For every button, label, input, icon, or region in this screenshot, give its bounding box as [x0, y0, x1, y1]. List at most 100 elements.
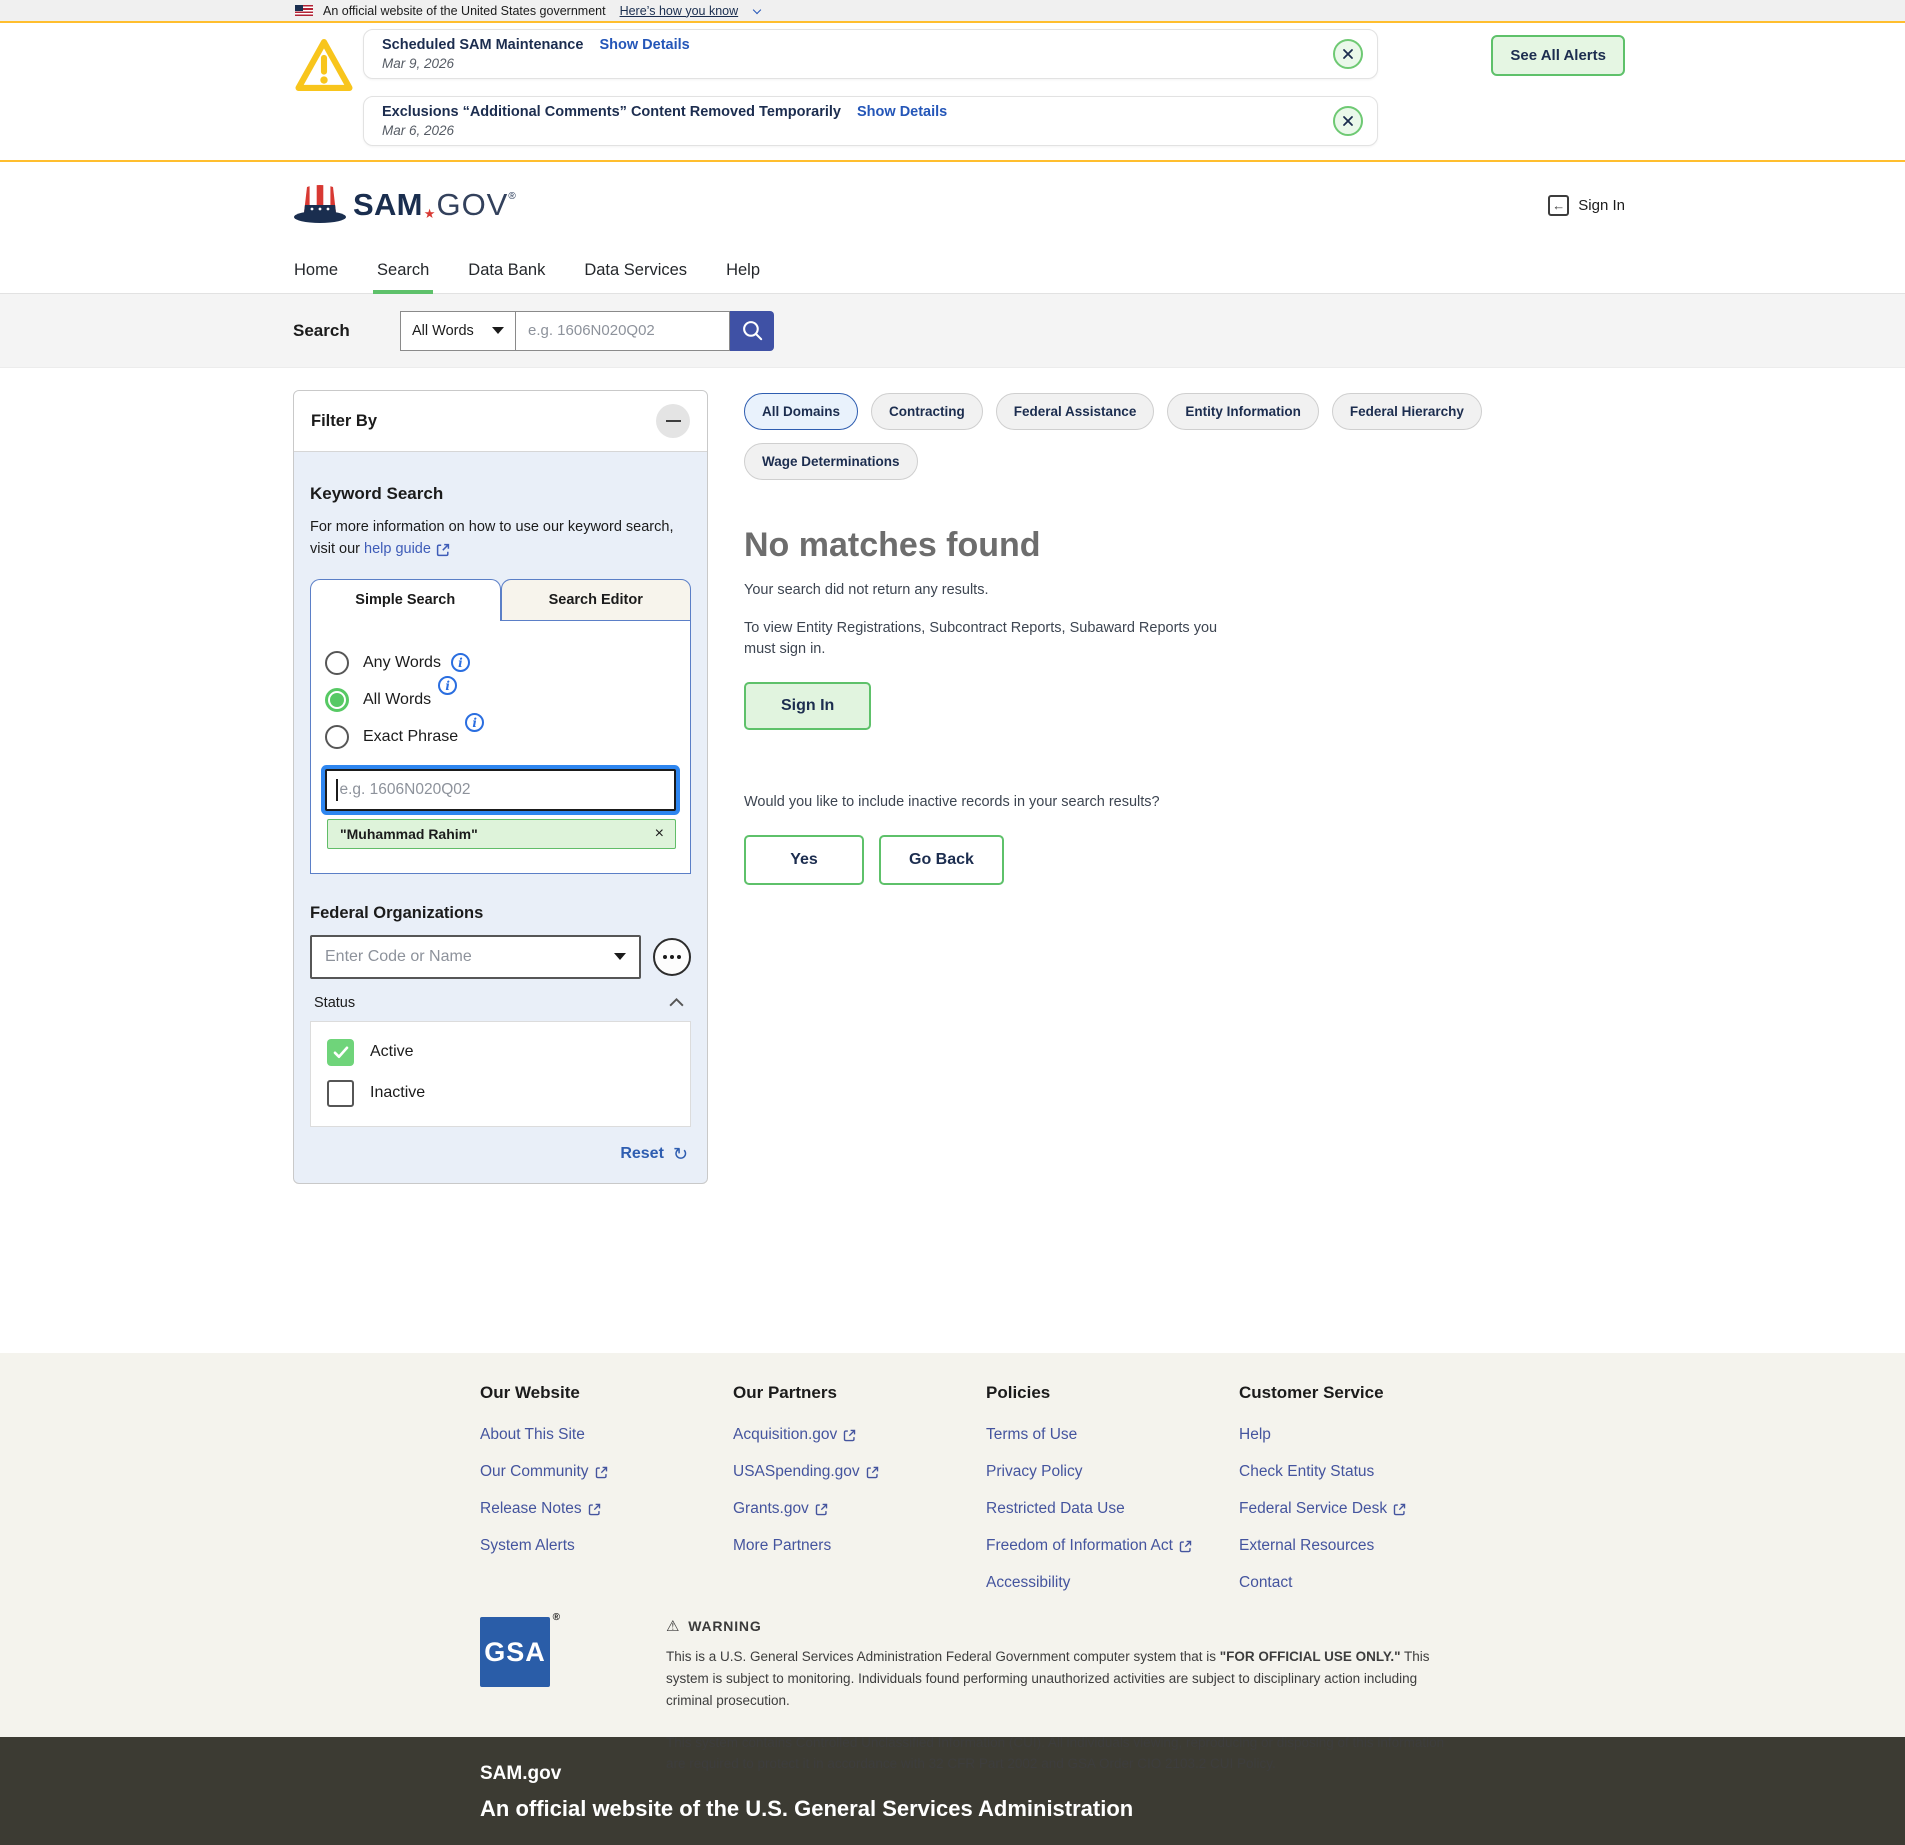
nav-item-data-services[interactable]: Data Services: [573, 248, 698, 293]
keyword-input[interactable]: e.g. 1606N020Q02: [325, 769, 676, 811]
federal-organizations-title: Federal Organizations: [310, 904, 691, 923]
footer-link[interactable]: External Resources: [1239, 1537, 1492, 1555]
nav-item-data-bank[interactable]: Data Bank: [457, 248, 556, 293]
footer-link[interactable]: Our Community: [480, 1463, 733, 1481]
warning-block: ⚠ WARNING This is a U.S. General Service…: [666, 1617, 1466, 1775]
how-you-know-link[interactable]: Here’s how you know: [620, 4, 739, 18]
footer-link[interactable]: About This Site: [480, 1426, 733, 1444]
footer-link[interactable]: Restricted Data Use: [986, 1500, 1239, 1518]
yes-button[interactable]: Yes: [744, 835, 864, 885]
search-input[interactable]: [516, 311, 730, 351]
nav-item-help[interactable]: Help: [715, 248, 771, 293]
footer-link[interactable]: Grants.gov: [733, 1500, 986, 1518]
filter-panel: Filter By Keyword Search For more inform…: [293, 390, 708, 1184]
keyword-help-text: For more information on how to use our k…: [310, 516, 691, 561]
show-details-link[interactable]: Show Details: [857, 104, 947, 120]
sign-in-icon: ←: [1548, 195, 1569, 216]
results-area: All Domains Contracting Federal Assistan…: [744, 390, 1612, 885]
gsa-logo: GSA ®: [480, 1617, 550, 1687]
domain-tab-contracting[interactable]: Contracting: [871, 393, 983, 430]
footer-link[interactable]: Privacy Policy: [986, 1463, 1239, 1481]
all-words-radio[interactable]: [325, 688, 349, 712]
alert-title: Scheduled SAM Maintenance: [382, 37, 583, 53]
external-link-icon: [843, 1429, 856, 1442]
reset-link[interactable]: Reset: [620, 1145, 664, 1163]
site-header: SAM ★ GOV ® ← Sign In: [0, 162, 1905, 248]
domain-tab-all-domains[interactable]: All Domains: [744, 393, 858, 430]
domain-tab-federal-assistance[interactable]: Federal Assistance: [996, 393, 1155, 430]
reset-row: Reset ↻: [310, 1144, 691, 1165]
main-nav: Home Search Data Bank Data Services Help: [0, 248, 1905, 294]
status-section-header[interactable]: Status: [310, 995, 691, 1021]
filter-panel-header: Filter By: [294, 391, 707, 452]
footer-link[interactable]: Release Notes: [480, 1500, 733, 1518]
site-footer: Our Website About This Site Our Communit…: [0, 1353, 1905, 1737]
see-all-alerts-button[interactable]: See All Alerts: [1491, 35, 1625, 76]
info-icon[interactable]: i: [465, 713, 484, 732]
tab-simple-search[interactable]: Simple Search: [310, 579, 501, 621]
any-words-radio[interactable]: [325, 651, 349, 675]
footer-link[interactable]: Federal Service Desk: [1239, 1500, 1492, 1518]
more-options-button[interactable]: [653, 938, 691, 976]
dropdown-arrow-icon: [492, 327, 504, 334]
footer-link[interactable]: Acquisition.gov: [733, 1426, 986, 1444]
footer-link[interactable]: Accessibility: [986, 1574, 1239, 1592]
footer-link[interactable]: Check Entity Status: [1239, 1463, 1492, 1481]
domain-tab-wage-determinations[interactable]: Wage Determinations: [744, 443, 918, 480]
no-results-message: Your search did not return any results.: [744, 582, 1612, 598]
keyword-tabs: Simple Search Search Editor: [310, 579, 691, 621]
alert-date: Mar 6, 2026: [382, 123, 947, 138]
domain-tab-federal-hierarchy[interactable]: Federal Hierarchy: [1332, 393, 1482, 430]
sam-gov-logo[interactable]: SAM ★ GOV ®: [293, 183, 516, 227]
exact-phrase-radio[interactable]: [325, 725, 349, 749]
footer-link[interactable]: Freedom of Information Act: [986, 1537, 1239, 1555]
domain-tab-entity-information[interactable]: Entity Information: [1167, 393, 1319, 430]
uncle-sam-hat-icon: [293, 183, 347, 227]
chip-remove-icon[interactable]: ×: [655, 826, 664, 842]
nav-item-home[interactable]: Home: [283, 248, 349, 293]
info-icon[interactable]: i: [451, 653, 470, 672]
go-back-button[interactable]: Go Back: [879, 835, 1004, 885]
main-content: Filter By Keyword Search For more inform…: [0, 368, 1905, 1353]
brand-sam-text: SAM: [353, 187, 423, 223]
federal-organizations-row: Enter Code or Name: [310, 935, 691, 979]
alert-close-button[interactable]: [1333, 39, 1363, 69]
info-icon[interactable]: i: [438, 676, 457, 695]
footer-link[interactable]: More Partners: [733, 1537, 986, 1555]
chevron-down-icon[interactable]: [753, 5, 761, 13]
footer-link[interactable]: USASpending.gov: [733, 1463, 986, 1481]
results-sign-in-button[interactable]: Sign In: [744, 682, 871, 730]
footer-tagline: An official website of the U.S. General …: [480, 1796, 1905, 1822]
gov-banner-text: An official website of the United States…: [323, 4, 606, 18]
check-icon: [333, 1046, 349, 1059]
status-inactive-row[interactable]: Inactive: [327, 1080, 674, 1107]
help-guide-link[interactable]: help guide: [364, 538, 450, 560]
keyword-search-title: Keyword Search: [310, 484, 691, 504]
external-link-icon: [866, 1466, 879, 1479]
footer-link[interactable]: System Alerts: [480, 1537, 733, 1555]
footer-link[interactable]: Contact: [1239, 1574, 1492, 1592]
show-details-link[interactable]: Show Details: [599, 37, 689, 53]
search-icon: [741, 319, 764, 342]
search-submit-button[interactable]: [730, 311, 774, 351]
external-link-icon: [436, 543, 450, 557]
footer-link[interactable]: Help: [1239, 1426, 1492, 1444]
collapse-filters-button[interactable]: [656, 404, 690, 438]
domain-tabs: All Domains Contracting Federal Assistan…: [744, 393, 1612, 480]
dropdown-arrow-icon: [614, 953, 626, 960]
inactive-checkbox[interactable]: [327, 1080, 354, 1107]
chevron-up-icon: [668, 997, 685, 1008]
federal-org-combobox[interactable]: Enter Code or Name: [310, 935, 641, 979]
nav-item-search[interactable]: Search: [366, 248, 440, 293]
close-icon: [1341, 114, 1355, 128]
alert-close-button[interactable]: [1333, 106, 1363, 136]
tab-search-editor[interactable]: Search Editor: [501, 579, 692, 621]
footer-link[interactable]: Terms of Use: [986, 1426, 1239, 1444]
search-mode-select[interactable]: All Words: [400, 311, 516, 351]
inactive-question-buttons: Yes Go Back: [744, 835, 1612, 885]
active-checkbox[interactable]: [327, 1039, 354, 1066]
sign-in-link[interactable]: ← Sign In: [1548, 195, 1625, 216]
reset-icon[interactable]: ↻: [673, 1144, 688, 1165]
registered-mark: ®: [508, 191, 515, 202]
status-active-row[interactable]: Active: [327, 1039, 674, 1066]
